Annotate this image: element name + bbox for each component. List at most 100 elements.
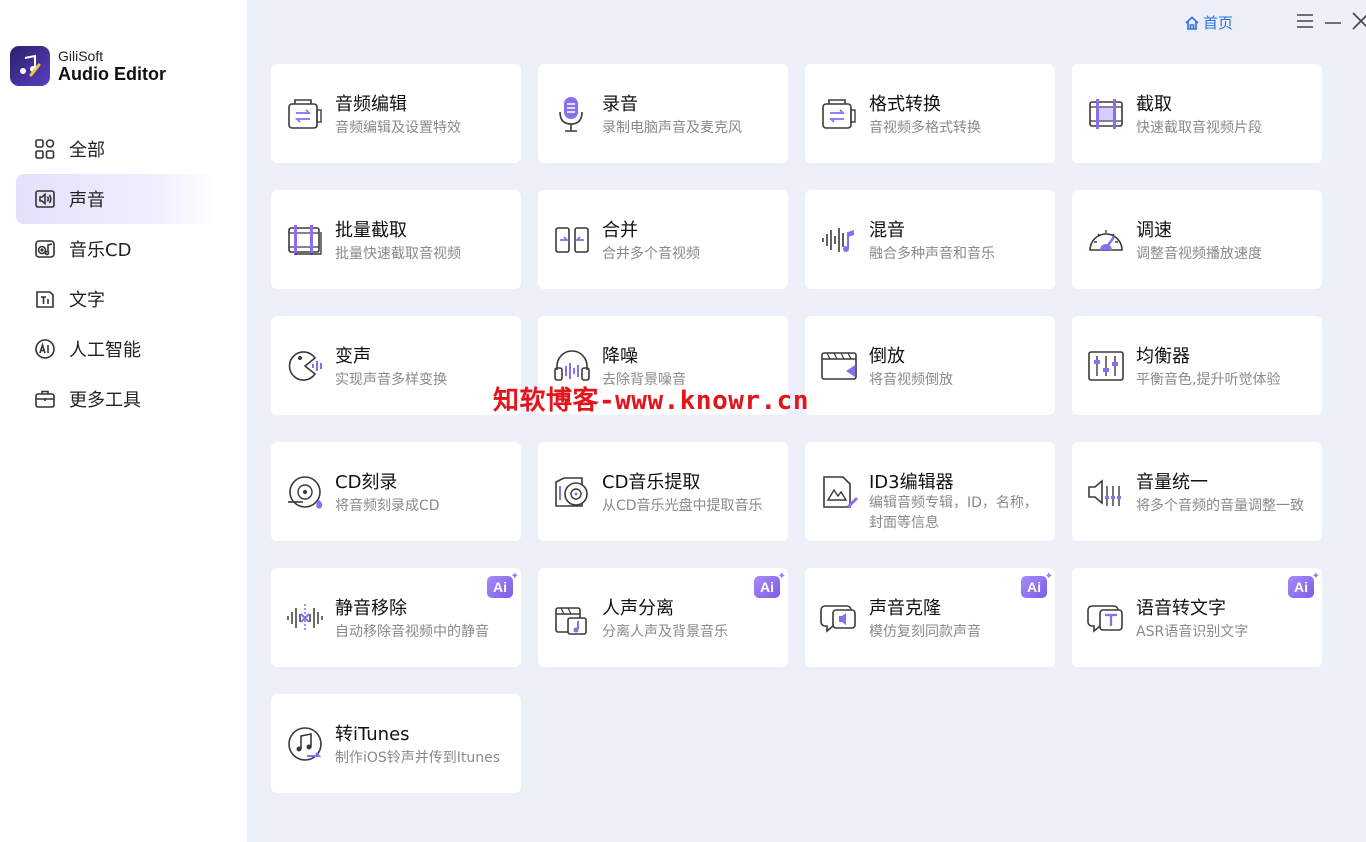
tool-description: ASR语音识别文字 xyxy=(1136,624,1249,640)
tool-title: 截取 xyxy=(1136,94,1172,115)
tool-title: CD音乐提取 xyxy=(602,472,701,493)
silence-remove-icon xyxy=(285,598,325,638)
volume-normalize-icon xyxy=(1086,472,1126,512)
tool-card[interactable]: 语音转文字 ASR语音识别文字 Ai ✦ xyxy=(1072,568,1322,667)
app-logo-icon xyxy=(10,46,50,86)
minimize-icon xyxy=(1325,22,1341,24)
tool-title: 格式转换 xyxy=(869,94,941,115)
tool-description: 音视频多格式转换 xyxy=(869,120,981,136)
sidebar-item-sound[interactable]: 声音 xyxy=(16,174,216,224)
tool-title: 语音转文字 xyxy=(1136,598,1226,619)
sparkle-icon: ✦ xyxy=(777,571,786,582)
tool-card[interactable]: ID3编辑器 编辑音频专辑，ID，名称，封面等信息 xyxy=(805,442,1055,541)
sidebar-item-more-tools[interactable]: 更多工具 xyxy=(16,374,216,424)
home-link[interactable]: 首页 xyxy=(1184,12,1233,33)
sidebar-item-ai[interactable]: 人工智能 xyxy=(16,324,216,374)
tool-description: 分离人声及背景音乐 xyxy=(602,624,728,640)
tool-card[interactable]: 录音 录制电脑声音及麦克风 xyxy=(538,64,788,163)
tool-card[interactable]: 合并 合并多个音视频 xyxy=(538,190,788,289)
tool-card[interactable]: 倒放 将音视频倒放 xyxy=(805,316,1055,415)
tool-title: 变声 xyxy=(335,346,371,367)
sidebar-item-label: 更多工具 xyxy=(69,390,141,411)
tool-title: ID3编辑器 xyxy=(869,472,954,493)
tool-title: 合并 xyxy=(602,220,638,241)
tool-description: 批量快速截取音视频 xyxy=(335,246,461,262)
speech-to-text-icon xyxy=(1086,598,1126,638)
tool-card[interactable]: CD刻录将音频刻录成CD xyxy=(271,442,521,541)
sidebar-item-all[interactable]: 全部 xyxy=(16,124,216,174)
sidebar-item-music-cd[interactable]: 音乐CD xyxy=(16,224,216,274)
tool-card[interactable]: 音频编辑音频编辑及设置特效 xyxy=(271,64,521,163)
vocal-separate-icon xyxy=(552,598,592,638)
toolbox-icon xyxy=(33,387,57,411)
tool-description: 将音频刻录成CD xyxy=(335,498,440,514)
sidebar-item-text[interactable]: 文字 xyxy=(16,274,216,324)
sidebar-item-label: 全部 xyxy=(69,140,105,161)
tool-title: 批量截取 xyxy=(335,220,407,241)
text-icon xyxy=(33,287,57,311)
tool-card[interactable]: 调速调整音视频播放速度 xyxy=(1072,190,1322,289)
menu-button[interactable] xyxy=(1294,10,1316,32)
tool-title: 声音克隆 xyxy=(869,598,941,619)
tool-card[interactable]: 变声实现声音多样变换 xyxy=(271,316,521,415)
microphone-icon xyxy=(552,94,592,134)
tool-title: 人声分离 xyxy=(602,598,674,619)
tool-title: 音频编辑 xyxy=(335,94,407,115)
sidebar-item-label: 音乐CD xyxy=(69,240,132,261)
sidebar-item-label: 文字 xyxy=(69,290,105,311)
title-bar: 首页 xyxy=(1066,0,1366,44)
speaker-icon xyxy=(33,187,57,211)
tool-card[interactable]: 格式转换音视频多格式转换 xyxy=(805,64,1055,163)
tool-description: 实现声音多样变换 xyxy=(335,372,447,388)
sidebar-nav: 全部 声音 音乐CD 文字 人工智能 更多工具 xyxy=(16,124,216,424)
tool-description: 快速截取音视频片段 xyxy=(1136,120,1262,136)
tool-card[interactable]: 声音克隆 模仿复刻同款声音 Ai ✦ xyxy=(805,568,1055,667)
ai-badge: Ai xyxy=(487,576,513,598)
tool-title: 倒放 xyxy=(869,346,905,367)
tool-description: 融合多种声音和音乐 xyxy=(869,246,995,262)
minimize-button[interactable] xyxy=(1322,10,1344,32)
tool-card[interactable]: 截取快速截取音视频片段 xyxy=(1072,64,1322,163)
tool-card[interactable]: 均衡器平衡音色,提升听觉体验 xyxy=(1072,316,1322,415)
sidebar-item-label: 声音 xyxy=(69,190,105,211)
tool-description: 调整音视频播放速度 xyxy=(1136,246,1262,262)
tool-title: 录音 xyxy=(602,94,638,115)
tool-description: 模仿复刻同款声音 xyxy=(869,624,981,640)
tool-title: CD刻录 xyxy=(335,472,398,493)
tool-card[interactable]: 人声分离分离人声及背景音乐 Ai ✦ xyxy=(538,568,788,667)
tool-card[interactable]: 转iTunes 制作iOS铃声并传到Itunes xyxy=(271,694,521,793)
ai-badge: Ai xyxy=(1288,576,1314,598)
home-label: 首页 xyxy=(1203,14,1234,32)
tool-description: 从CD音乐光盘中提取音乐 xyxy=(602,498,763,514)
tool-title: 调速 xyxy=(1136,220,1172,241)
tool-card[interactable]: CD音乐提取从CD音乐光盘中提取音乐 xyxy=(538,442,788,541)
equalizer-icon xyxy=(1086,346,1126,386)
tool-title: 降噪 xyxy=(602,346,638,367)
tool-title: 静音移除 xyxy=(335,598,407,619)
tool-card[interactable]: 混音融合多种声音和音乐 xyxy=(805,190,1055,289)
mix-icon xyxy=(819,220,859,260)
merge-icon xyxy=(552,220,592,260)
tool-title: 均衡器 xyxy=(1136,346,1190,367)
tool-description: 将音视频倒放 xyxy=(869,372,953,388)
close-button[interactable] xyxy=(1350,10,1366,32)
ai-icon xyxy=(33,337,57,361)
speed-gauge-icon xyxy=(1086,220,1126,260)
ai-badge: Ai xyxy=(754,576,780,598)
tool-description: 合并多个音视频 xyxy=(602,246,700,262)
tool-card[interactable]: 静音移除 自动移除音视频中的静音 Ai ✦ xyxy=(271,568,521,667)
tool-description: 音频编辑及设置特效 xyxy=(335,120,461,136)
tool-title: 转iTunes xyxy=(335,724,410,745)
ai-badge: Ai xyxy=(1021,576,1047,598)
sidebar-item-label: 人工智能 xyxy=(69,340,141,361)
tool-card[interactable]: 音量统一 将多个音频的音量调整一致 xyxy=(1072,442,1322,541)
tool-description: 平衡音色,提升听觉体验 xyxy=(1136,372,1281,388)
sparkle-icon: ✦ xyxy=(510,571,519,582)
audio-edit-icon xyxy=(285,94,325,134)
id3-edit-icon xyxy=(819,472,859,512)
tool-card[interactable]: 批量截取批量快速截取音视频 xyxy=(271,190,521,289)
format-convert-icon xyxy=(819,94,859,134)
tool-title: 混音 xyxy=(869,220,905,241)
music-cd-icon xyxy=(33,237,57,261)
watermark-text: 知软博客-www.knowr.cn xyxy=(493,386,809,416)
